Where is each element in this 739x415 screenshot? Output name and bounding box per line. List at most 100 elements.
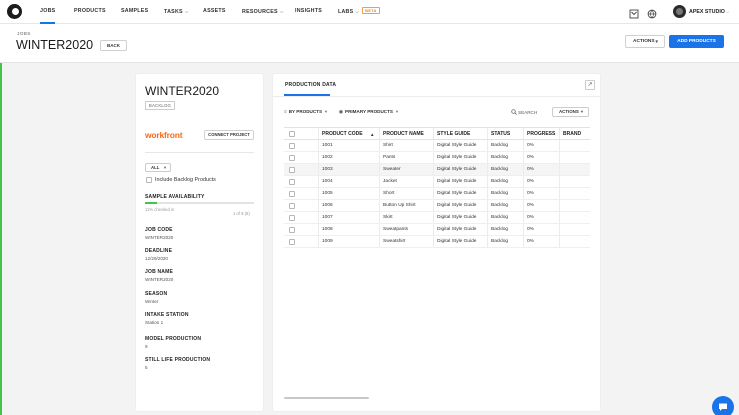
- field-value-still-life-production: 5: [145, 365, 148, 370]
- row-checkbox[interactable]: [289, 239, 295, 245]
- back-button[interactable]: BACK: [100, 40, 127, 51]
- cell-brand: [559, 188, 590, 199]
- row-checkbox[interactable]: [289, 191, 295, 197]
- sample-availability-note: 11% checked in: [145, 207, 175, 212]
- view-filter-dropdown[interactable]: ◉ PRIMARY PRODUCTS ▼: [339, 109, 399, 115]
- cell-status: Backlog: [487, 152, 523, 163]
- cell-code: 1003: [318, 164, 379, 175]
- select-all-checkbox[interactable]: [289, 131, 295, 137]
- cell-name: Button Up Shirt: [379, 200, 433, 211]
- field-value-season: Winter: [145, 299, 159, 304]
- table-row[interactable]: 1006 Button Up Shirt Digital Style Guide Ba…: [284, 200, 590, 212]
- app-logo-icon[interactable]: [7, 4, 22, 19]
- field-value-intake-station: Station 1: [145, 320, 164, 325]
- products-table: PRODUCT CODE PRODUCT NAME STYLE GUIDE ST…: [284, 127, 590, 248]
- connect-project-button[interactable]: CONNECT PROJECT: [204, 130, 254, 140]
- search-button[interactable]: SEARCH: [511, 109, 537, 115]
- view-filter-label: PRIMARY PRODUCTS: [345, 109, 393, 114]
- cell-style-guide: Digital Style Guide: [433, 140, 487, 151]
- row-checkbox[interactable]: [289, 179, 295, 185]
- nav-products[interactable]: PRODUCTS: [74, 0, 106, 24]
- table-row[interactable]: 1007 Skirt Digital Style Guide Backlog 0%: [284, 212, 590, 224]
- nav-assets[interactable]: ASSETS: [203, 0, 226, 24]
- avatar[interactable]: [673, 5, 686, 18]
- sample-availability-fill: [145, 202, 157, 204]
- cell-progress: 0%: [523, 176, 559, 187]
- group-by-dropdown[interactable]: ≡ BY PRODUCTS ▼: [284, 109, 328, 114]
- column-style-guide[interactable]: STYLE GUIDE: [433, 128, 487, 139]
- row-checkbox[interactable]: [289, 167, 295, 173]
- cell-style-guide: Digital Style Guide: [433, 200, 487, 211]
- table-row[interactable]: 1003 Sweater Digital Style Guide Backlog 0%: [284, 164, 590, 176]
- cell-name: Jacket: [379, 176, 433, 187]
- globe-icon[interactable]: [647, 6, 657, 19]
- page-header: JOBS WINTER2020 BACK ACTIONS ▼ ADD PRODUC…: [0, 24, 739, 63]
- cell-brand: [559, 176, 590, 187]
- row-checkbox[interactable]: [289, 155, 295, 161]
- chat-button[interactable]: [712, 396, 734, 415]
- cell-progress: 0%: [523, 236, 559, 247]
- column-product-name[interactable]: PRODUCT NAME: [379, 128, 433, 139]
- nav-resources[interactable]: RESOURCES ⌵: [242, 0, 283, 24]
- filter-select[interactable]: ALL ▼: [145, 163, 171, 172]
- chevron-down-icon: ⌵: [184, 9, 189, 14]
- cell-style-guide: Digital Style Guide: [433, 236, 487, 247]
- cell-status: Backlog: [487, 164, 523, 175]
- cell-style-guide: Digital Style Guide: [433, 152, 487, 163]
- table-row[interactable]: 1001 Shirt Digital Style Guide Backlog 0%: [284, 140, 590, 152]
- header-actions-button[interactable]: ACTIONS ▼: [625, 35, 665, 48]
- field-label-still-life-production: STILL LIFE PRODUCTION: [145, 357, 211, 363]
- column-label: STYLE GUIDE: [437, 131, 471, 137]
- chevron-down-icon: ▼: [580, 109, 584, 114]
- horizontal-scrollbar[interactable]: [284, 397, 369, 399]
- nav-jobs[interactable]: JOBS: [40, 0, 56, 24]
- field-label-intake-station: INTAKE STATION: [145, 312, 189, 318]
- column-label: PRODUCT CODE: [322, 131, 363, 137]
- search-label: SEARCH: [518, 110, 538, 115]
- expand-icon[interactable]: ↗: [585, 80, 595, 90]
- chevron-down-icon[interactable]: ⌵: [726, 0, 729, 24]
- field-value-job-code: WINTER2020: [145, 235, 174, 240]
- column-brand[interactable]: BRAND: [559, 128, 590, 139]
- row-checkbox[interactable]: [289, 203, 295, 209]
- actions-label: ACTIONS: [633, 39, 655, 44]
- column-status[interactable]: STATUS: [487, 128, 523, 139]
- table-row[interactable]: 1004 Jacket Digital Style Guide Backlog 0%: [284, 176, 590, 188]
- cell-name: Sweater: [379, 164, 433, 175]
- row-checkbox[interactable]: [289, 227, 295, 233]
- row-checkbox[interactable]: [289, 215, 295, 221]
- chevron-down-icon: ▼: [163, 165, 167, 170]
- column-progress[interactable]: PROGRESS: [523, 128, 559, 139]
- tab-production-data[interactable]: PRODUCTION DATA: [285, 82, 336, 88]
- add-products-button[interactable]: ADD PRODUCTS: [669, 35, 724, 48]
- breadcrumb[interactable]: JOBS: [17, 32, 31, 37]
- cell-progress: 0%: [523, 224, 559, 235]
- cell-style-guide: Digital Style Guide: [433, 224, 487, 235]
- table-actions-button[interactable]: ACTIONS ▼: [552, 107, 589, 117]
- user-name[interactable]: APEX STUDIO: [689, 0, 725, 24]
- field-label-deadline: DEADLINE: [145, 248, 173, 254]
- sample-availability-bar: [145, 202, 254, 204]
- nav-resources-label: RESOURCES: [242, 9, 278, 15]
- table-row[interactable]: 1008 Sweatpants Digital Style Guide Backlog…: [284, 224, 590, 236]
- table-header: PRODUCT CODE PRODUCT NAME STYLE GUIDE ST…: [284, 127, 590, 140]
- cell-style-guide: Digital Style Guide: [433, 176, 487, 187]
- nav-samples[interactable]: SAMPLES: [121, 0, 148, 24]
- row-select-cell: [284, 236, 316, 247]
- include-backlog-checkbox[interactable]: [146, 177, 152, 183]
- table-row[interactable]: 1002 Pants Digital Style Guide Backlog 0%: [284, 152, 590, 164]
- reports-icon[interactable]: [629, 6, 639, 19]
- divider: [145, 152, 254, 153]
- nav-insights[interactable]: INSIGHTS: [295, 0, 322, 24]
- cell-code: 1008: [318, 224, 379, 235]
- table-row[interactable]: 1009 Sweatshirt Digital Style Guide Backlog…: [284, 236, 590, 248]
- cell-name: Pants: [379, 152, 433, 163]
- nav-labs[interactable]: LABS ⌵ BETA: [338, 0, 380, 24]
- beta-badge: BETA: [362, 7, 380, 14]
- row-checkbox[interactable]: [289, 143, 295, 149]
- cell-code: 1007: [318, 212, 379, 223]
- cell-progress: 0%: [523, 200, 559, 211]
- nav-tasks[interactable]: TASKS ⌵: [164, 0, 188, 24]
- cell-name: Short: [379, 188, 433, 199]
- table-row[interactable]: 1005 Short Digital Style Guide Backlog 0%: [284, 188, 590, 200]
